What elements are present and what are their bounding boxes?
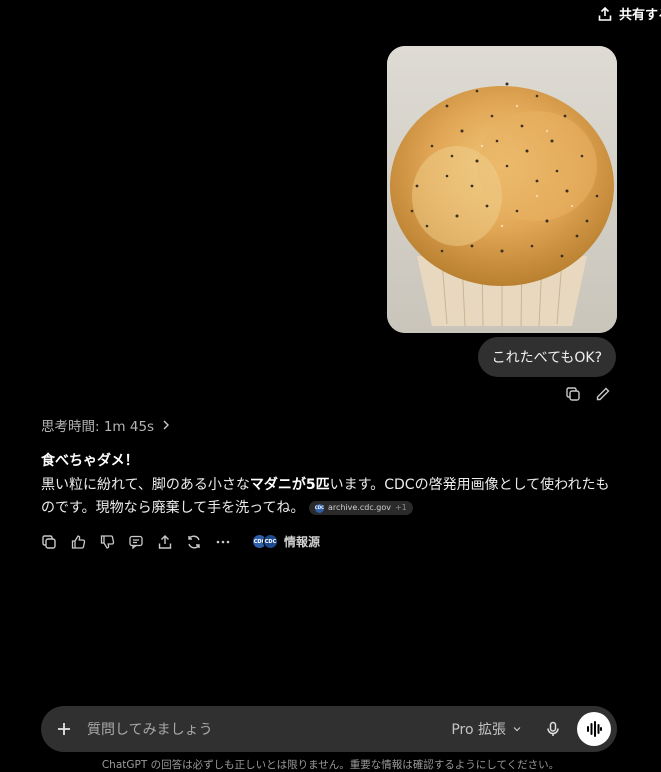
chevron-right-icon [158,417,174,433]
copy-icon[interactable] [41,534,57,550]
thinking-time-label: 思考時間: 1m 45s [41,419,155,435]
response-bold: マダニが5匹 [249,476,330,493]
voice-wave-icon [587,721,602,737]
response-actions: CDC CDC 情報源 [41,533,320,550]
citation-source: archive.cdc.gov [327,503,391,512]
citation-count: +1 [394,503,407,512]
regenerate-icon[interactable] [186,534,202,550]
user-message-text: これたべてもOK? [491,350,602,366]
thinking-time-toggle[interactable]: 思考時間: 1m 45s [41,415,174,435]
user-message-bubble: これたべてもOK? [477,337,616,377]
mic-icon[interactable] [545,721,561,737]
share-button[interactable]: 共有する [597,4,661,23]
voice-mode-button[interactable] [577,712,611,746]
share-label: 共有する [619,8,661,23]
cdc-logo-icon: CDC [315,503,324,513]
cdc-logo-icon: CDC [263,534,278,549]
assistant-response: 食べちゃダメ！ 黒い粒に紛れて、脚のある小さなマダニが5匹います。CDCの啓発用… [41,450,616,521]
chevron-down-icon [511,723,523,735]
sources-label: 情報源 [284,535,321,549]
edit-icon[interactable] [595,386,611,402]
citation-chip[interactable]: CDC archive.cdc.gov +1 [308,501,413,515]
plus-icon[interactable] [55,720,73,738]
model-selector[interactable]: Pro 拡張 [451,719,523,739]
comment-icon[interactable] [128,534,144,550]
copy-icon[interactable] [565,386,581,402]
uploaded-image[interactable] [387,46,617,333]
more-icon[interactable] [215,534,231,550]
sources-button[interactable]: CDC CDC 情報源 [252,533,320,550]
share-icon [597,6,613,22]
composer: 質問してみましょう Pro 拡張 [41,706,617,752]
thumbs-down-icon[interactable] [99,534,115,550]
share-icon[interactable] [157,534,173,550]
response-body: 黒い粒に紛れて、脚のある小さなマダニが5匹います。CDCの啓発用画像として使われ… [41,474,616,521]
thumbs-up-icon[interactable] [70,534,86,550]
disclaimer: ChatGPT の回答は必ずしも正しいとは限りません。重要な情報は確認するように… [101,759,560,771]
message-input[interactable]: 質問してみましょう [87,719,451,739]
response-text-1: 黒い粒に紛れて、脚のある小さな [41,476,250,493]
user-message-actions [565,386,611,402]
response-heading: 食べちゃダメ！ [41,453,139,469]
model-label: Pro 拡張 [451,722,506,738]
